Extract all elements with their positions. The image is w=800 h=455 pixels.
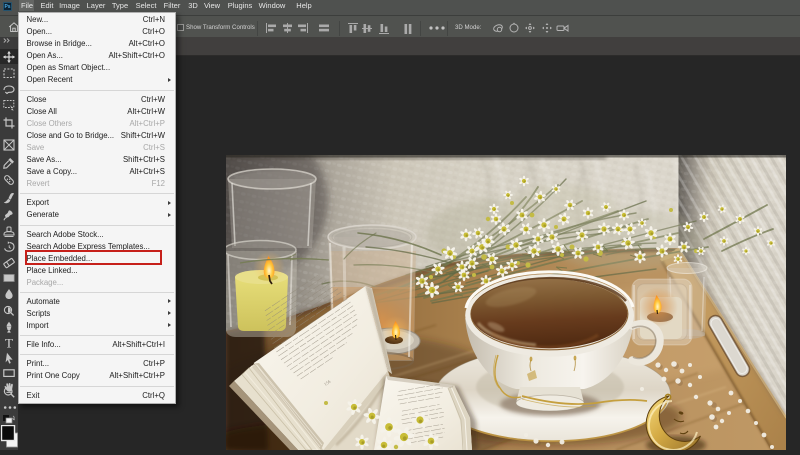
svg-text:T: T: [5, 337, 13, 349]
